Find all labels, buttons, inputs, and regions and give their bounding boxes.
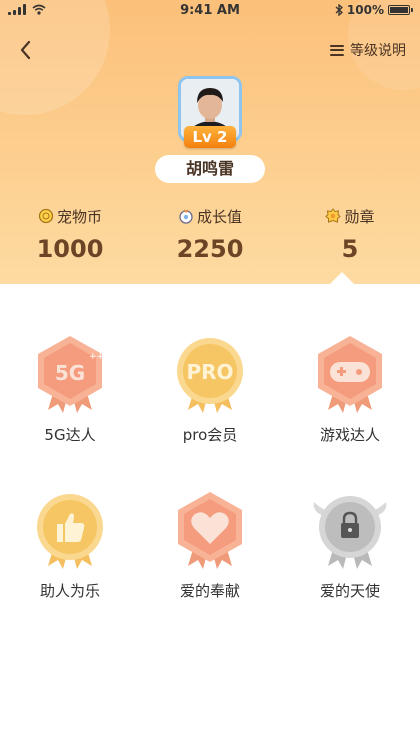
badge-5g[interactable]: 5G ++ 5G达人 <box>0 334 140 445</box>
profile-header: 9:41 AM 100% 等级说明 Lv 2 胡鸣雷 宠物币 1000 成长值 … <box>0 0 420 284</box>
growth-icon <box>179 209 193 224</box>
stat-label: 成长值 <box>196 207 242 226</box>
badge-name: 爱的天使 <box>319 582 380 600</box>
menu-icon <box>330 44 344 56</box>
user-name: 胡鸣雷 <box>155 155 265 183</box>
bluetooth-icon <box>335 4 343 16</box>
stat-value: 1000 <box>36 235 104 263</box>
svg-text:++: ++ <box>89 352 104 362</box>
badge-name: 游戏达人 <box>319 426 380 444</box>
badge-helper[interactable]: 助人为乐 <box>0 490 140 601</box>
stat-value: 5 <box>341 235 359 263</box>
coin-icon <box>38 208 54 224</box>
badge-name: pro会员 <box>182 426 238 444</box>
badge-pro[interactable]: PRO pro会员 <box>140 334 280 445</box>
stat-pet-coins[interactable]: 宠物币 1000 <box>0 206 140 264</box>
badge-angel-locked[interactable]: 爱的天使 <box>280 490 420 601</box>
badge-art-text: PRO <box>186 360 233 384</box>
back-arrow-icon[interactable] <box>14 38 38 62</box>
badge-helper-icon <box>37 494 103 569</box>
level-description-label: 等级说明 <box>350 43 406 59</box>
stat-label: 勋章 <box>344 207 375 226</box>
badge-devotion-icon <box>178 492 242 569</box>
badge-gamer-icon <box>318 336 382 413</box>
badge-pro-icon: PRO <box>177 338 243 413</box>
badge-devotion[interactable]: 爱的奉献 <box>140 490 280 601</box>
badge-name: 5G达人 <box>44 426 96 444</box>
level-badge: Lv 2 <box>184 126 236 148</box>
badge-name: 助人为乐 <box>39 582 100 600</box>
badge-art-text: 5G <box>55 361 85 385</box>
stat-value: 2250 <box>176 235 244 263</box>
selected-tab-pointer <box>330 272 354 284</box>
battery-percent: 100% <box>346 3 384 17</box>
stat-growth[interactable]: 成长值 2250 <box>140 206 280 264</box>
stat-medals[interactable]: 勋章 5 <box>280 206 420 263</box>
badge-name: 爱的奉献 <box>179 582 240 600</box>
badge-angel-icon <box>313 496 387 569</box>
badge-5g-icon: 5G ++ <box>38 336 104 413</box>
level-description-button[interactable]: 等级说明 <box>330 40 406 60</box>
medal-icon <box>325 208 342 223</box>
badge-grid: 5G ++ 5G达人 PRO pro会员 游戏达人 助人为乐 爱的奉献 爱的天使 <box>0 284 420 747</box>
battery-icon <box>388 5 413 15</box>
badge-gamer[interactable]: 游戏达人 <box>280 334 420 445</box>
stat-label: 宠物币 <box>56 207 102 226</box>
status-bar: 9:41 AM 100% <box>0 0 420 22</box>
